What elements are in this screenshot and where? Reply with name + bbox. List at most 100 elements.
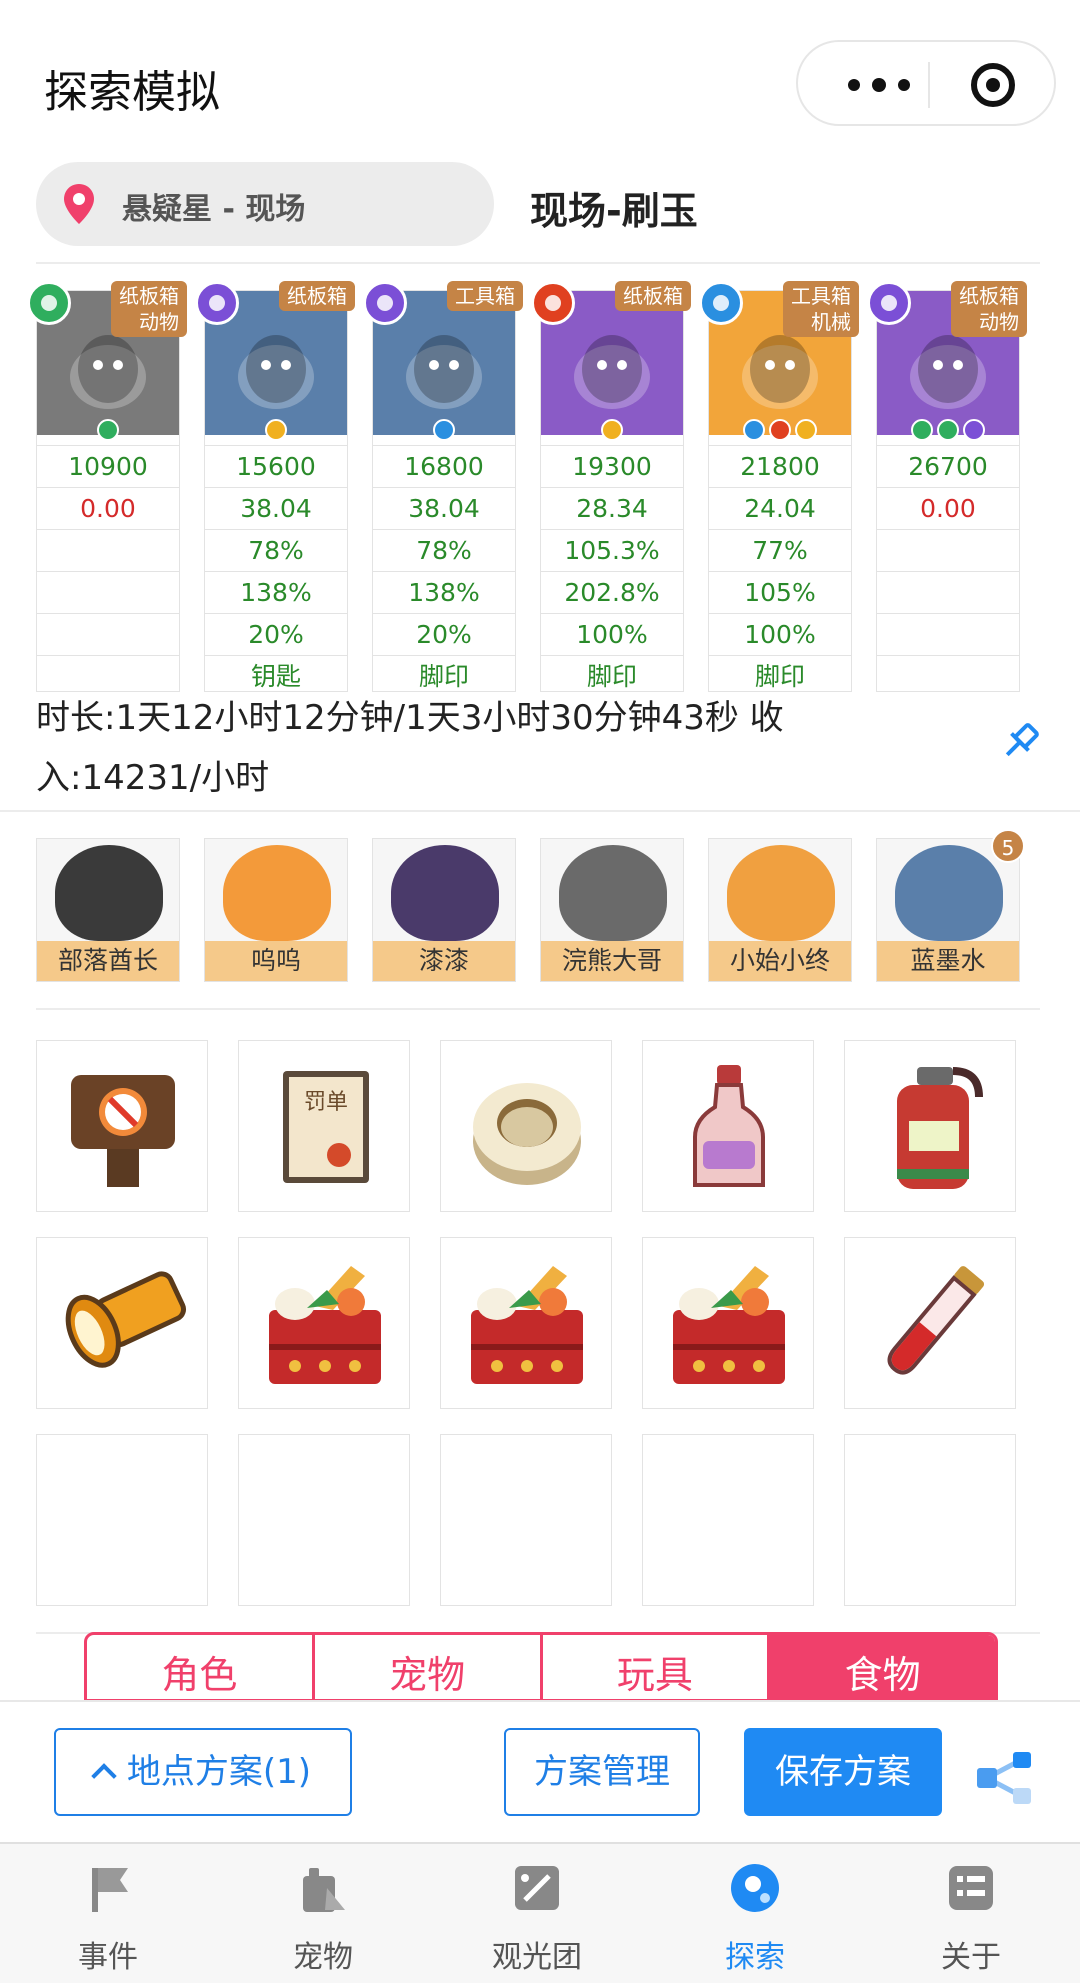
gem-icon — [937, 419, 959, 441]
tabbar-label: 事件 — [78, 1940, 138, 1975]
pet-gem-badges — [709, 419, 851, 443]
pet-card[interactable]: 工具箱 16800 38.04 78% 138% 20% 脚印 — [363, 281, 523, 692]
category-tab[interactable]: 角色 — [87, 1635, 315, 1699]
no-sign-icon — [71, 1075, 175, 1187]
category-tab[interactable]: 玩具 — [543, 1635, 771, 1699]
item-slot[interactable] — [440, 1237, 612, 1409]
character-card[interactable]: 小始小终 — [708, 838, 852, 982]
empty-item-slot[interactable] — [36, 1434, 208, 1606]
character-name: 漆漆 — [373, 941, 515, 981]
character-name: 小始小终 — [709, 941, 851, 981]
character-card[interactable]: 浣熊大哥 — [540, 838, 684, 982]
category-tab[interactable]: 食物 — [770, 1635, 995, 1699]
item-slot[interactable]: 罚单 — [238, 1040, 410, 1212]
flashlight-icon — [65, 1271, 187, 1368]
pet-stat: 100% — [541, 613, 683, 655]
pet-card[interactable]: 纸板箱 19300 28.34 105.3% 202.8% 100% 脚印 — [531, 281, 691, 692]
pet-stat: 20% — [373, 613, 515, 655]
flag-icon — [92, 1868, 128, 1912]
tabbar-item[interactable]: 关于 — [896, 1860, 1046, 1980]
character-avatar — [895, 845, 1003, 941]
duration-income-text: 时长:1天12小时12分钟/1天3小时30分钟43秒 收入:14231/小时 — [36, 698, 784, 798]
tabbar-item[interactable]: 宠物 — [248, 1860, 398, 1980]
item-slot[interactable] — [36, 1237, 208, 1409]
pet-stat: 24.04 — [709, 487, 851, 529]
pet-tag: 纸板箱 — [279, 281, 355, 311]
pet-stat — [37, 529, 179, 571]
character-card[interactable]: 漆漆 — [372, 838, 516, 982]
pet-tag-type: 纸板箱 — [959, 284, 1019, 308]
pet-card[interactable]: 工具箱 机械 21800 24.04 77% 105% 100% 脚印 — [699, 281, 859, 692]
pet-card[interactable]: 纸板箱 动物 10900 0.00 — [27, 281, 187, 692]
pet-stat — [877, 571, 1019, 613]
pet-tag-trait: 动物 — [979, 310, 1019, 334]
empty-item-slot[interactable] — [844, 1434, 1016, 1606]
pet-illustration — [238, 335, 314, 409]
gem-icon — [265, 419, 287, 441]
food-box-icon — [269, 1266, 381, 1384]
pet-stat: 38.04 — [373, 487, 515, 529]
item-slot[interactable] — [642, 1237, 814, 1409]
close-miniprogram-icon[interactable] — [971, 63, 1015, 107]
more-menu-icon[interactable] — [836, 62, 926, 106]
pet-gem-badges — [205, 419, 347, 443]
page-title: 探索模拟 — [44, 67, 220, 118]
tabbar-item[interactable]: 事件 — [33, 1860, 183, 1980]
test-tube-icon — [887, 1266, 985, 1375]
item-slot[interactable] — [238, 1237, 410, 1409]
bottle-icon — [693, 1065, 765, 1187]
character-card[interactable]: 部落酋长 — [36, 838, 180, 982]
empty-item-slot[interactable] — [238, 1434, 410, 1606]
element-icon — [195, 281, 239, 325]
pet-gem-badges — [373, 419, 515, 443]
location-selector[interactable]: 悬疑星 - 现场 — [36, 162, 494, 246]
pet-tag-type: 工具箱 — [455, 284, 515, 308]
item-slot[interactable] — [844, 1040, 1016, 1212]
divider — [36, 262, 1040, 264]
pet-stat: 0.00 — [877, 487, 1019, 529]
pet-card[interactable]: 纸板箱 动物 26700 0.00 — [867, 281, 1027, 692]
item-slot[interactable] — [440, 1040, 612, 1212]
food-box-icon — [673, 1266, 785, 1384]
pet-stat: 78% — [373, 529, 515, 571]
divider — [36, 1008, 1040, 1010]
item-slot[interactable] — [642, 1040, 814, 1212]
pin-icon[interactable] — [1000, 720, 1040, 764]
pet-stat: 20% — [205, 613, 347, 655]
pet-gem-badges — [37, 419, 179, 443]
tabbar-item[interactable]: 观光团 — [462, 1860, 612, 1980]
svg-text:罚单: 罚单 — [304, 1090, 348, 1115]
pet-stat: 38.04 — [205, 487, 347, 529]
character-avatar — [727, 845, 835, 941]
location-plan-button[interactable]: 地点方案(1) — [54, 1728, 352, 1816]
category-tab[interactable]: 宠物 — [315, 1635, 543, 1699]
manage-plans-button[interactable]: 方案管理 — [504, 1728, 700, 1816]
pet-stat: 0.00 — [37, 487, 179, 529]
item-slot[interactable] — [844, 1237, 1016, 1409]
pet-tag: 纸板箱 动物 — [111, 281, 187, 337]
pet-stat: 138% — [205, 571, 347, 613]
save-plan-button[interactable]: 保存方案 — [744, 1728, 942, 1816]
gem-icon — [911, 419, 933, 441]
pet-tag: 纸板箱 动物 — [951, 281, 1027, 337]
miniprogram-capsule — [796, 40, 1056, 126]
pet-card[interactable]: 纸板箱 15600 38.04 78% 138% 20% 钥匙 — [195, 281, 355, 692]
gem-icon — [769, 419, 791, 441]
pet-gem-badges — [541, 419, 683, 443]
pet-icon — [303, 1868, 345, 1912]
location-subtitle: 现场-刷玉 — [530, 189, 698, 233]
empty-item-slot[interactable] — [642, 1434, 814, 1606]
pet-tag-type: 工具箱 — [791, 284, 851, 308]
tabbar-item[interactable]: 探索 — [680, 1860, 830, 1980]
pet-stat: 105.3% — [541, 529, 683, 571]
character-card[interactable]: 蓝墨水 5 — [876, 829, 1025, 982]
character-card[interactable]: 呜呜 — [204, 838, 348, 982]
empty-item-slot[interactable] — [440, 1434, 612, 1606]
element-icon — [531, 281, 575, 325]
tour-icon — [515, 1866, 559, 1910]
app-header: 探索模拟 — [0, 0, 1080, 160]
share-icon[interactable] — [975, 1750, 1035, 1806]
character-name: 蓝墨水 — [877, 941, 1019, 981]
item-slot[interactable] — [36, 1040, 208, 1212]
gem-icon — [963, 419, 985, 441]
